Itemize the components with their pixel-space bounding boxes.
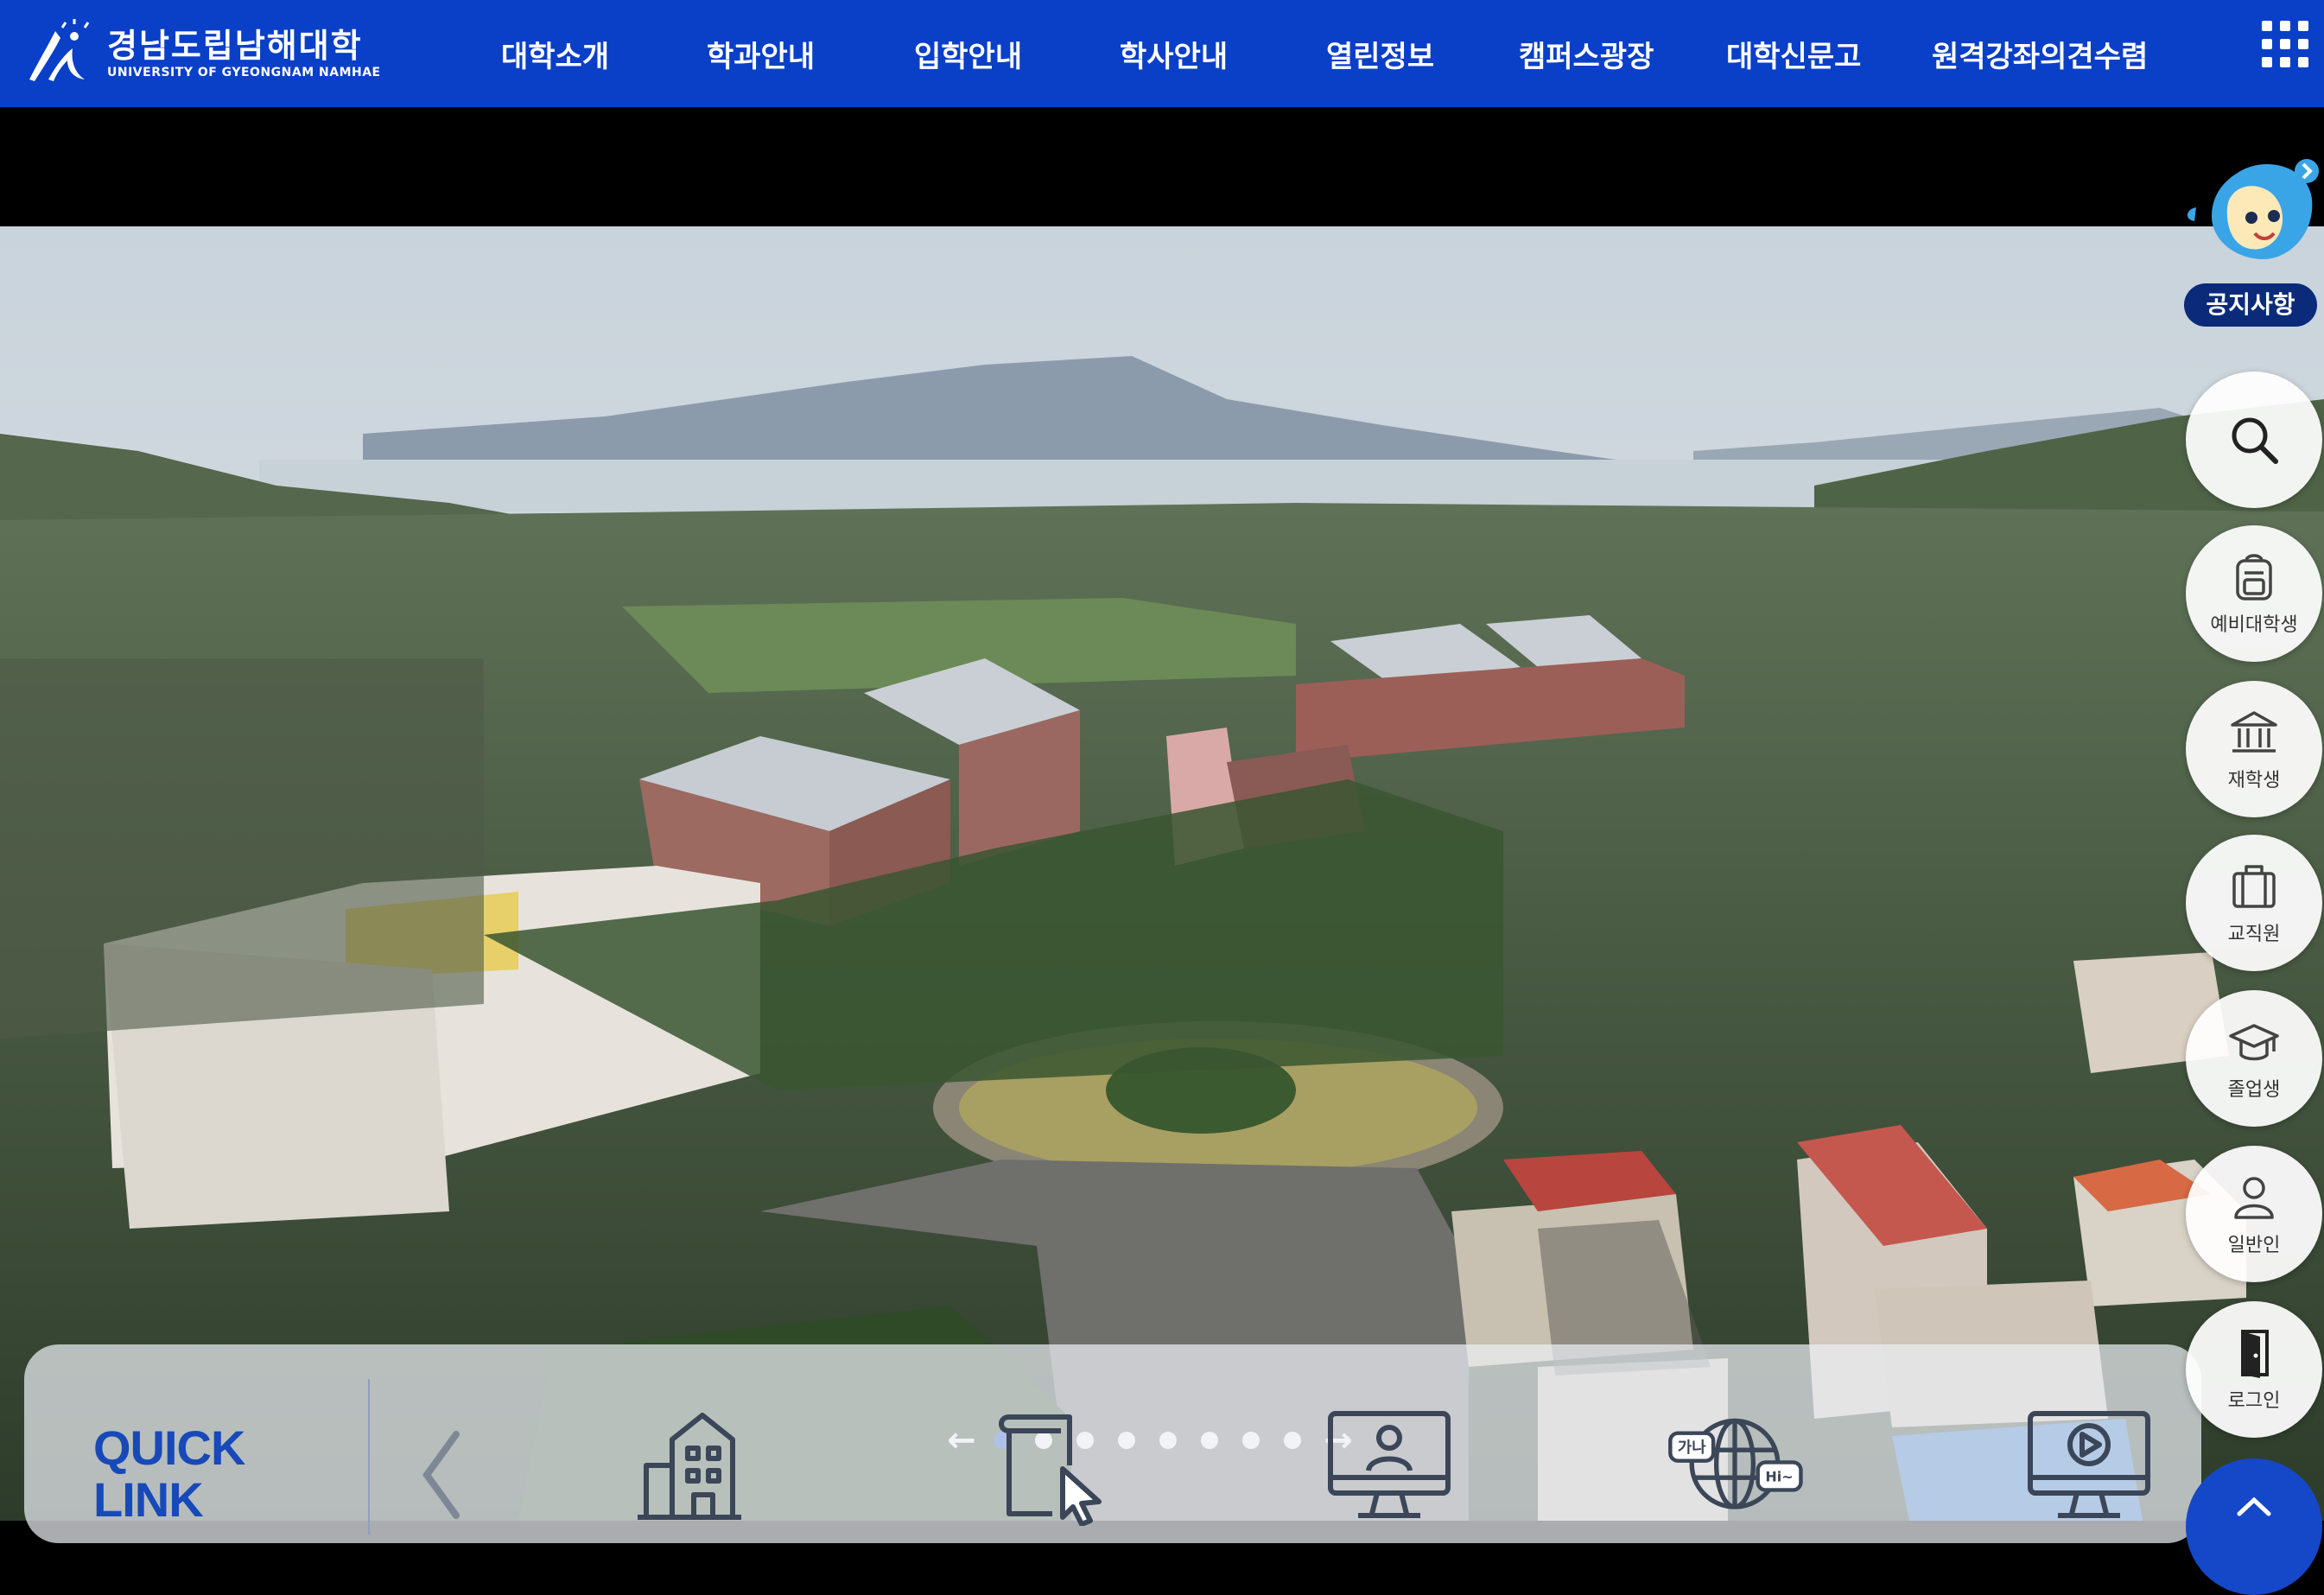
globe-language-icon[interactable]: 가나 Hi~ (1666, 1405, 1804, 1526)
university-icon (2231, 711, 2277, 753)
faculty-staff-label: 교직원 (2227, 924, 2281, 945)
prospective-student-label: 예비대학생 (2210, 614, 2298, 636)
notice-label: 공지사항 (2184, 283, 2317, 327)
nav-about[interactable]: 대학소개 (501, 33, 609, 75)
general-public-button[interactable]: 일반인 (2186, 1146, 2322, 1282)
login-button[interactable]: 로그인 (2186, 1301, 2322, 1438)
scroll-top-button[interactable] (2186, 1458, 2322, 1595)
chevron-up-icon (2237, 1497, 2271, 1516)
nav-admission[interactable]: 입학안내 (914, 33, 1022, 75)
general-public-label: 일반인 (2227, 1235, 2281, 1256)
quick-link-panel: QUICK LINK 가나 Hi~ (24, 1344, 2201, 1543)
logo-english-name: UNIVERSITY OF GYEONGNAM NAMHAE (107, 66, 381, 79)
monitor-user-icon[interactable] (1320, 1405, 1458, 1526)
faculty-staff-button[interactable]: 교직원 (2186, 835, 2322, 971)
logo-mark-icon (29, 19, 90, 81)
hero-slider: ← → (0, 226, 2324, 1521)
nav-departments[interactable]: 학과안내 (707, 33, 815, 75)
login-door-icon (2241, 1330, 2269, 1378)
quick-link-title: QUICK LINK (93, 1420, 245, 1527)
briefcase-icon (2232, 865, 2276, 908)
university-logo[interactable]: 경남도립남해대학 UNIVERSITY OF GYEONGNAM NAMHAE (22, 12, 381, 95)
site-header: 경남도립남해대학 UNIVERSITY OF GYEONGNAM NAMHAE … (0, 0, 2324, 107)
alumni-label: 졸업생 (2227, 1079, 2281, 1101)
nav-complaints[interactable]: 대학신문고 (1726, 33, 1861, 75)
notice-button[interactable]: 공지사항 (2177, 147, 2324, 346)
quick-link-title-line1: QUICK (93, 1420, 245, 1475)
building-icon[interactable] (629, 1405, 767, 1526)
search-icon (2232, 417, 2278, 464)
globe-left-text: 가나 (1678, 1439, 1706, 1457)
graduation-cap-icon (2229, 1024, 2279, 1061)
nav-academic[interactable]: 학사안내 (1120, 33, 1228, 75)
hero-campus-aerial-image (0, 226, 2324, 1521)
globe-right-text: Hi~ (1765, 1469, 1793, 1485)
nav-remote-lecture-feedback[interactable]: 원격강좌의견수렴 (1932, 33, 2148, 75)
backpack-icon (2236, 554, 2272, 601)
current-student-button[interactable]: 재학생 (2186, 681, 2322, 817)
monitor-play-icon[interactable] (2020, 1405, 2158, 1526)
quick-link-title-line2: LINK (93, 1472, 204, 1527)
quick-link-divider (368, 1379, 370, 1535)
grid-menu-icon[interactable] (2262, 21, 2308, 67)
current-student-label: 재학생 (2227, 770, 2281, 791)
logo-korean-name: 경남도립남해대학 (107, 27, 363, 65)
search-button[interactable] (2186, 372, 2322, 508)
mascot-icon (2187, 159, 2319, 259)
document-cursor-icon[interactable] (983, 1405, 1121, 1526)
prospective-student-button[interactable]: 예비대학생 (2186, 525, 2322, 662)
login-label: 로그인 (2227, 1390, 2281, 1412)
nav-open-info[interactable]: 열린정보 (1326, 33, 1434, 75)
nav-campus-square[interactable]: 캠퍼스광장 (1519, 33, 1654, 75)
alumni-button[interactable]: 졸업생 (2186, 990, 2322, 1127)
quick-link-prev-icon[interactable] (413, 1427, 473, 1522)
person-icon (2234, 1177, 2274, 1219)
